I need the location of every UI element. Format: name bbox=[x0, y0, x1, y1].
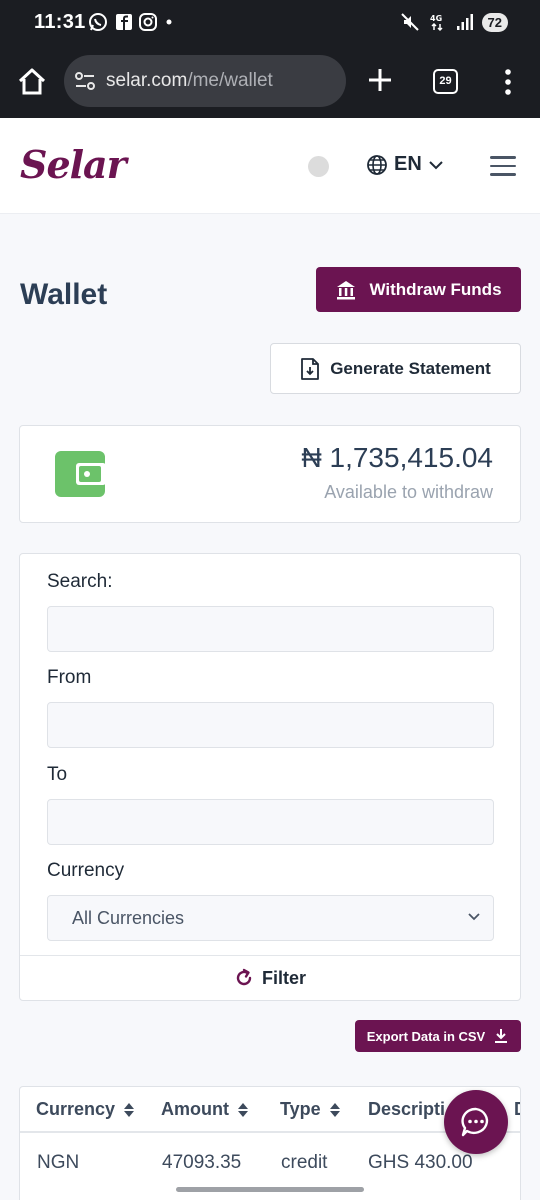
export-csv-button[interactable]: Export Data in CSV bbox=[355, 1020, 521, 1052]
filter-card: Search: From To Currency All Currencies … bbox=[19, 553, 521, 1001]
column-header-label: Currency bbox=[36, 1099, 116, 1119]
export-csv-label: Export Data in CSV bbox=[366, 1028, 486, 1044]
address-bar[interactable]: selar.com/me/wallet bbox=[64, 55, 346, 107]
to-date-input[interactable] bbox=[47, 799, 494, 845]
status-right: 4G 72 bbox=[400, 12, 508, 32]
currency-select[interactable]: All Currencies bbox=[47, 895, 494, 941]
url-text[interactable]: selar.com/me/wallet bbox=[106, 70, 273, 92]
notification-dot-icon bbox=[166, 19, 172, 25]
language-selector[interactable]: EN bbox=[366, 153, 444, 176]
withdraw-funds-button[interactable]: Withdraw Funds bbox=[316, 267, 521, 312]
cell-amount: 47093.35 bbox=[162, 1152, 242, 1173]
chat-support-button[interactable] bbox=[444, 1090, 508, 1154]
battery-indicator: 72 bbox=[481, 12, 508, 32]
column-header-description[interactable]: Descripti bbox=[368, 1099, 445, 1120]
tab-switcher-button[interactable]: 29 bbox=[433, 69, 458, 94]
data-arrows-icon: 4G bbox=[430, 14, 443, 32]
from-label: From bbox=[47, 667, 92, 688]
globe-icon bbox=[367, 154, 387, 175]
site-settings-icon[interactable] bbox=[74, 70, 96, 92]
chevron-down-icon bbox=[429, 160, 443, 169]
mute-icon bbox=[400, 13, 419, 31]
user-avatar-dot[interactable] bbox=[308, 156, 329, 177]
browser-menu-icon[interactable] bbox=[500, 67, 516, 97]
signal-icon bbox=[456, 14, 473, 30]
column-header-label: Type bbox=[280, 1099, 321, 1119]
column-header-label: Descripti bbox=[368, 1099, 446, 1119]
sort-icon bbox=[329, 1102, 340, 1117]
status-time: 11:31 bbox=[34, 11, 86, 33]
column-header-date[interactable]: D bbox=[514, 1099, 520, 1120]
generate-statement-button[interactable]: Generate Statement bbox=[270, 343, 521, 394]
sort-icon bbox=[237, 1102, 248, 1117]
page-title: Wallet bbox=[20, 278, 108, 311]
language-label: EN bbox=[394, 153, 422, 175]
currency-label: Currency bbox=[47, 860, 125, 881]
search-input[interactable] bbox=[47, 606, 494, 652]
file-download-icon bbox=[301, 357, 320, 380]
cell-currency: NGN bbox=[37, 1152, 80, 1173]
search-label: Search: bbox=[47, 571, 113, 592]
facebook-icon bbox=[116, 14, 132, 30]
to-label: To bbox=[47, 764, 68, 785]
balance-amount: ₦ 1,735,415.04 bbox=[301, 442, 494, 473]
cell-description: GHS 430.00 bbox=[368, 1152, 473, 1173]
site-header: Selar EN bbox=[0, 118, 540, 214]
new-tab-icon[interactable] bbox=[366, 66, 394, 94]
bank-icon bbox=[337, 280, 356, 299]
browser-toolbar: selar.com/me/wallet 29 bbox=[0, 46, 540, 118]
sort-icon bbox=[124, 1102, 135, 1117]
refresh-icon bbox=[236, 968, 252, 986]
home-icon[interactable] bbox=[16, 66, 48, 98]
filter-button[interactable]: Filter bbox=[20, 956, 520, 1000]
wallet-icon bbox=[55, 451, 106, 497]
from-date-input[interactable] bbox=[47, 702, 494, 748]
column-header-type[interactable]: Type bbox=[280, 1099, 341, 1120]
transactions-table: Currency Amount Type Descripti D NGN 470… bbox=[19, 1086, 521, 1200]
status-bar: 11:31 4G 72 bbox=[0, 0, 540, 46]
filter-label: Filter bbox=[261, 967, 306, 988]
generate-statement-label: Generate Statement bbox=[330, 358, 491, 378]
chat-icon bbox=[461, 1107, 489, 1137]
instagram-icon bbox=[139, 13, 157, 31]
balance-caption: Available to withdraw bbox=[324, 482, 493, 502]
column-header-label: D bbox=[514, 1099, 520, 1120]
currency-selected-value: All Currencies bbox=[72, 907, 185, 928]
chevron-down-icon bbox=[468, 913, 480, 921]
withdraw-funds-label: Withdraw Funds bbox=[369, 279, 502, 299]
column-header-label: Amount bbox=[161, 1099, 229, 1119]
column-header-amount[interactable]: Amount bbox=[161, 1099, 249, 1120]
download-icon bbox=[495, 1029, 508, 1043]
url-path: /me/wallet bbox=[187, 70, 273, 91]
hamburger-menu-icon[interactable] bbox=[490, 156, 516, 176]
balance-card: ₦ 1,735,415.04 Available to withdraw bbox=[19, 425, 521, 523]
svg-text:4G: 4G bbox=[430, 14, 442, 23]
column-header-currency[interactable]: Currency bbox=[36, 1099, 135, 1120]
selar-logo[interactable]: Selar bbox=[20, 142, 127, 187]
url-host: selar.com bbox=[106, 70, 188, 91]
whatsapp-icon bbox=[89, 13, 107, 31]
cell-type: credit bbox=[281, 1152, 328, 1173]
gesture-navigation-bar[interactable] bbox=[176, 1187, 364, 1192]
